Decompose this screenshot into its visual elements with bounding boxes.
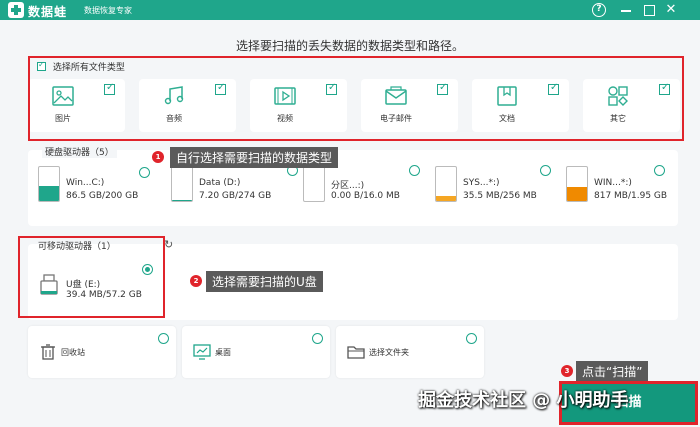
minimize-button[interactable] xyxy=(618,2,634,18)
app-subtitle: 数据恢复专家 xyxy=(84,6,132,15)
hard-drive-title: 硬盘驱动器（5） xyxy=(42,145,117,158)
drive-name: 分区...:) xyxy=(331,181,365,191)
drive-usage-fill xyxy=(436,196,456,201)
close-button[interactable]: ✕ xyxy=(663,2,679,18)
callout-3-badge: 3 xyxy=(561,365,573,377)
drive-c-radio[interactable] xyxy=(139,167,150,178)
drive-size: 86.5 GB/200 GB xyxy=(66,191,139,201)
callout-1-badge: 1 xyxy=(152,151,164,163)
callout-2-badge: 2 xyxy=(190,275,202,287)
recycle-bin-icon xyxy=(41,344,55,360)
drive-icon xyxy=(38,166,60,202)
drive-icon xyxy=(171,166,193,202)
drive-icon xyxy=(435,166,457,202)
drive-icon xyxy=(303,166,325,202)
drive-size: 817 MB/1.95 GB xyxy=(594,191,668,201)
location-folder-radio[interactable] xyxy=(466,333,477,344)
location-recycle-bin-radio[interactable] xyxy=(158,333,169,344)
highlight-filetypes xyxy=(28,56,684,141)
drive-size: 35.5 MB/256 MB xyxy=(463,191,537,201)
drive-name: Data (D:) xyxy=(199,178,241,188)
location-desktop-radio[interactable] xyxy=(312,333,323,344)
drive-usage-fill xyxy=(567,187,587,201)
drive-sys-radio[interactable] xyxy=(540,165,551,176)
highlight-usb xyxy=(18,236,165,318)
app-name: 数据蛙 xyxy=(28,5,68,19)
drive-partition-radio[interactable] xyxy=(409,165,420,176)
drive-name: SYS...*:) xyxy=(463,178,500,188)
drive-size: 7.20 GB/274 GB xyxy=(199,191,272,201)
location-recycle-bin[interactable]: 回收站 xyxy=(28,326,176,378)
location-label: 桌面 xyxy=(215,348,231,357)
location-desktop[interactable]: 桌面 xyxy=(182,326,330,378)
callout-3: 点击“扫描” xyxy=(576,361,649,382)
callout-2: 选择需要扫描的U盘 xyxy=(206,271,323,292)
desktop-icon xyxy=(193,344,211,360)
location-label: 选择文件夹 xyxy=(369,348,409,357)
watermark: 掘金技术社区 @ 小明助手 xyxy=(418,390,629,411)
callout-1: 自行选择需要扫描的数据类型 xyxy=(170,147,339,168)
drive-win-radio[interactable] xyxy=(654,165,665,176)
help-button[interactable]: ? xyxy=(592,3,606,17)
drive-usage-fill xyxy=(39,186,59,201)
location-select-folder[interactable]: 选择文件夹 xyxy=(336,326,484,378)
drive-size: 0.00 B/16.0 MB xyxy=(331,191,400,201)
page-heading: 选择要扫描的丢失数据的数据类型和路径。 xyxy=(235,39,464,53)
location-label: 回收站 xyxy=(61,348,85,357)
refresh-icon[interactable]: ↻ xyxy=(164,239,176,251)
maximize-button[interactable] xyxy=(641,2,657,18)
drive-name: WIN...*:) xyxy=(594,178,632,188)
drive-name: Win...C:) xyxy=(66,178,105,188)
title-bar: 数据蛙 数据恢复专家 ? ✕ xyxy=(0,0,700,20)
app-logo-icon xyxy=(8,2,24,18)
drive-usage-fill xyxy=(172,199,192,201)
folder-icon xyxy=(347,346,365,359)
drive-icon xyxy=(566,166,588,202)
